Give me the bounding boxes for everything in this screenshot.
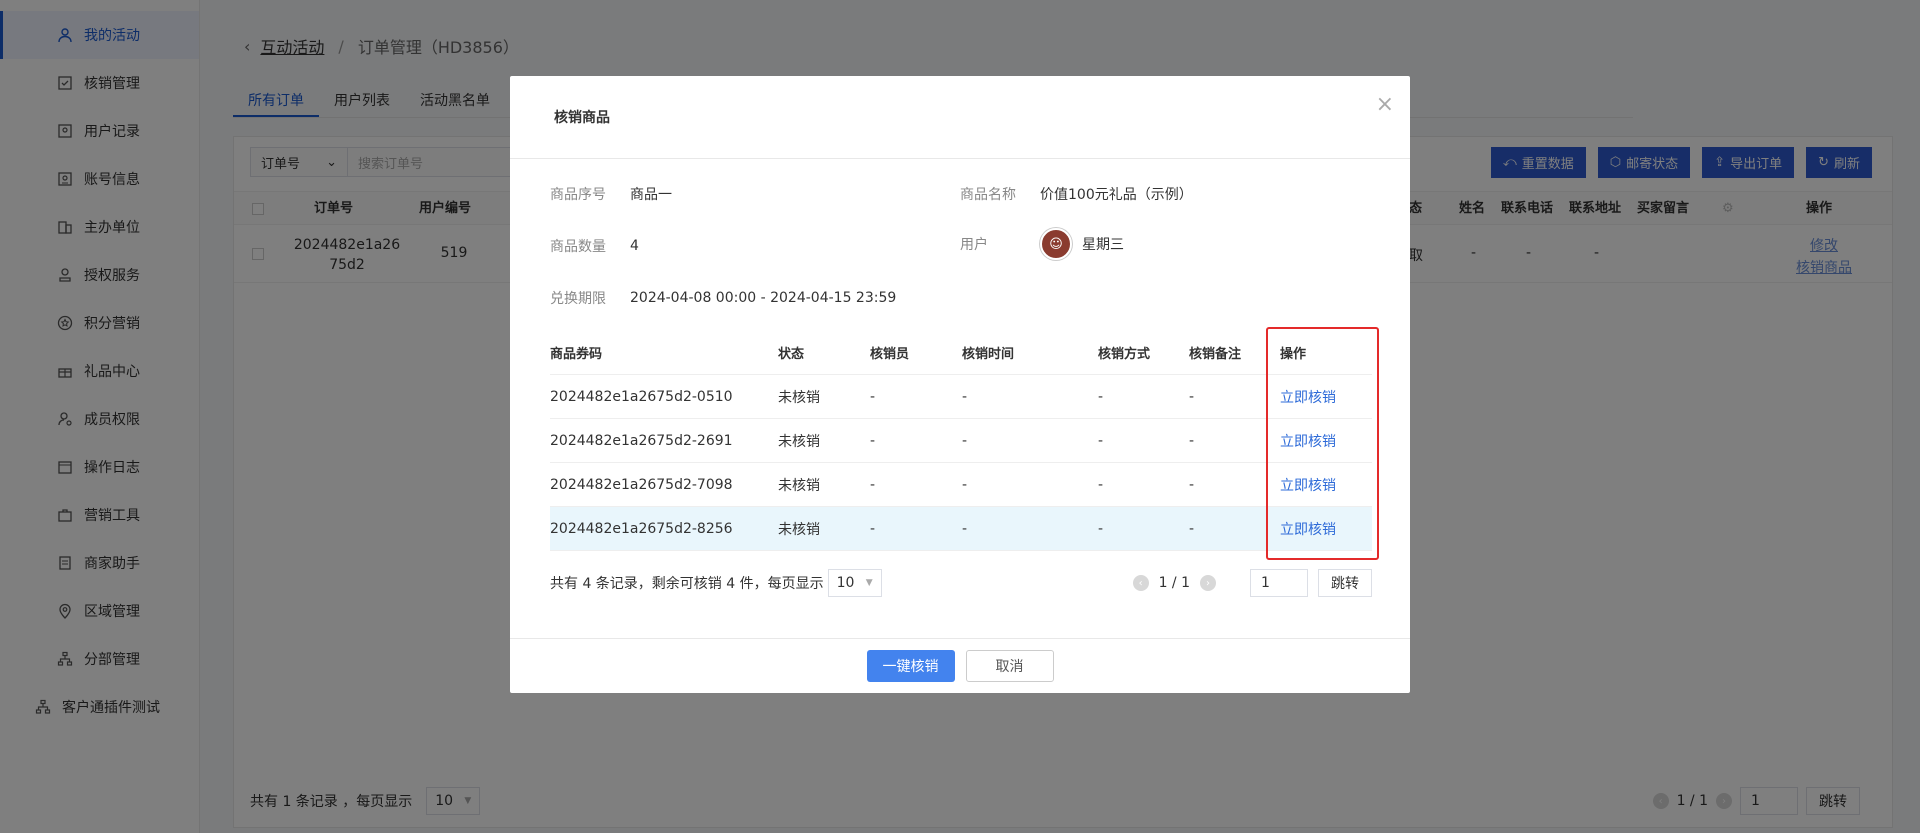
goods-seq-value: 商品一 — [630, 187, 672, 203]
goods-name-field: 商品名称 价值100元礼品（示例） — [960, 184, 1193, 204]
verify-now-link[interactable]: 立即核销 — [1280, 475, 1372, 495]
col-verify-time: 核销时间 — [962, 346, 1015, 362]
goods-seq-field: 商品序号 商品一 — [550, 184, 672, 204]
next-page-icon[interactable]: › — [1200, 575, 1216, 591]
coupon-status: 未核销 — [778, 433, 820, 450]
user-field: 用户 ☺ 星期三 — [960, 228, 1124, 260]
modal-page-indicator: 1 / 1 — [1158, 575, 1190, 591]
modal-pagination: 共有 4 条记录，剩余可核销 4 件，每页显示 10 ▼ ‹ 1 / 1 › 1 … — [550, 568, 1372, 598]
modal-footer: 一键核销 取消 — [510, 638, 1410, 693]
coupon-verifier: - — [870, 476, 876, 493]
col-verify-method: 核销方式 — [1098, 346, 1151, 362]
coupon-method: - — [1098, 432, 1104, 449]
coupon-note: - — [1189, 520, 1195, 537]
table-row: 2024482e1a2675d2-0510 未核销 - - - - 立即核销 — [550, 375, 1372, 419]
modal-page-size-select[interactable]: 10 ▼ — [827, 569, 882, 597]
modal-page-size-value: 10 — [836, 575, 855, 591]
goods-qty-value: 4 — [630, 238, 639, 254]
prev-page-icon[interactable]: ‹ — [1132, 575, 1149, 591]
coupon-note: - — [1189, 476, 1195, 493]
modal-record-summary-group: 共有 4 条记录，剩余可核销 4 件，每页显示 10 ▼ — [550, 569, 882, 597]
table-row: 2024482e1a2675d2-2691 未核销 - - - - 立即核销 — [550, 419, 1372, 463]
coupon-status: 未核销 — [778, 477, 820, 494]
table-row: 2024482e1a2675d2-8256 未核销 - - - - 立即核销 — [550, 507, 1372, 551]
coupon-code: 2024482e1a2675d2-0510 — [550, 388, 733, 405]
close-icon[interactable]: × — [1376, 92, 1394, 117]
coupon-status: 未核销 — [778, 521, 820, 538]
user-value: 星期三 — [1082, 237, 1124, 253]
coupon-time: - — [962, 520, 968, 537]
coupon-method: - — [1098, 476, 1104, 493]
goods-qty-label: 商品数量 — [550, 239, 606, 255]
verify-now-link[interactable]: 立即核销 — [1280, 431, 1372, 451]
caret-down-icon: ▼ — [865, 578, 873, 588]
avatar: ☺ — [1040, 228, 1072, 260]
col-verify-note: 核销备注 — [1189, 346, 1242, 362]
table-row: 2024482e1a2675d2-7098 未核销 - - - - 立即核销 — [550, 463, 1372, 507]
modal-record-summary: 共有 4 条记录，剩余可核销 4 件，每页显示 — [550, 576, 824, 592]
coupon-method: - — [1098, 388, 1104, 405]
verify-goods-modal: 核销商品 × 商品序号 商品一 商品名称 价值100元礼品（示例） 商品数量 4 用户… — [510, 76, 1410, 693]
coupon-method: - — [1098, 520, 1104, 537]
modal-title: 核销商品 — [554, 110, 610, 126]
cancel-button[interactable]: 取消 — [965, 650, 1054, 682]
col-coupon-code: 商品券码 — [550, 346, 603, 362]
coupon-verifier: - — [870, 520, 876, 537]
coupon-verifier: - — [870, 388, 876, 405]
coupon-verifier: - — [870, 432, 876, 449]
col-operation: 操作 — [1280, 346, 1307, 362]
col-verifier: 核销员 — [870, 346, 910, 362]
coupon-time: - — [962, 476, 968, 493]
verify-all-button[interactable]: 一键核销 — [866, 650, 955, 682]
modal-header: 核销商品 — [510, 76, 1410, 159]
goods-qty-field: 商品数量 4 — [550, 236, 639, 256]
coupon-time: - — [962, 388, 968, 405]
coupon-time: - — [962, 432, 968, 449]
app: 我的活动 核销管理 用户记录 账号信息 主办单位 授权服务 积分营销 礼品中心 … — [0, 0, 1920, 833]
goods-seq-label: 商品序号 — [550, 187, 606, 203]
coupon-note: - — [1189, 432, 1195, 449]
modal-pager: ‹ 1 / 1 › 1 跳转 — [1132, 569, 1372, 597]
period-value: 2024-04-08 00:00 - 2024-04-15 23:59 — [630, 290, 897, 306]
user-label: 用户 — [960, 237, 988, 253]
coupon-code: 2024482e1a2675d2-2691 — [550, 432, 733, 449]
period-field: 兑换期限 2024-04-08 00:00 - 2024-04-15 23:59 — [550, 288, 896, 308]
verify-now-link[interactable]: 立即核销 — [1280, 387, 1372, 407]
modal-page-input[interactable]: 1 — [1250, 569, 1308, 597]
col-status: 状态 — [778, 346, 805, 362]
coupon-status: 未核销 — [778, 389, 820, 406]
goods-name-value: 价值100元礼品（示例） — [1040, 187, 1193, 203]
verify-now-link[interactable]: 立即核销 — [1280, 519, 1372, 539]
period-label: 兑换期限 — [550, 291, 606, 307]
coupon-code: 2024482e1a2675d2-7098 — [550, 476, 733, 493]
coupon-note: - — [1189, 388, 1195, 405]
goods-name-label: 商品名称 — [960, 187, 1016, 203]
coupon-table-header: 商品券码 状态 核销员 核销时间 核销方式 核销备注 操作 — [550, 330, 1372, 375]
modal-jump-button[interactable]: 跳转 — [1318, 569, 1372, 597]
coupon-code: 2024482e1a2675d2-8256 — [550, 520, 733, 537]
coupon-table: 商品券码 状态 核销员 核销时间 核销方式 核销备注 操作 2024482e1a… — [550, 330, 1372, 551]
